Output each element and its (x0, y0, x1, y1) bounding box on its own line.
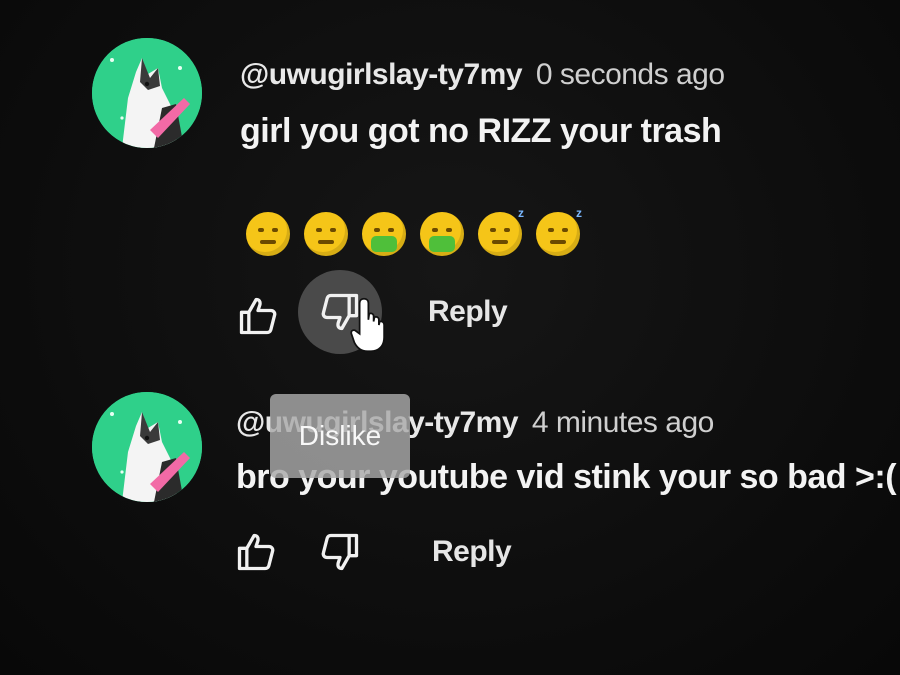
reply-button[interactable]: Reply (428, 295, 508, 329)
vomiting-face-icon (362, 212, 406, 256)
woozy-face-icon (246, 212, 290, 256)
sleeping-face-icon: z (478, 206, 524, 256)
woozy-face-icon (304, 212, 348, 256)
comment-header: @uwugirlslay-ty7my 0 seconds ago (240, 58, 725, 92)
thumbs-down-icon (321, 533, 359, 571)
thumbs-up-icon (237, 533, 275, 571)
hand-pointer-cursor-icon (350, 297, 385, 353)
vomiting-face-icon (420, 212, 464, 256)
emoji-row: z z (246, 206, 582, 256)
dislike-button[interactable] (308, 520, 372, 584)
like-button[interactable] (226, 284, 290, 348)
comment-actions: Reply (224, 520, 512, 584)
author-name[interactable]: @uwugirlslay-ty7my (240, 58, 523, 91)
husky-avatar-icon (92, 38, 202, 148)
comments-section: @uwugirlslay-ty7my 0 seconds ago girl yo… (0, 0, 900, 675)
sleeping-face-icon: z (536, 206, 582, 256)
avatar[interactable] (92, 38, 202, 148)
thumbs-up-icon (239, 297, 277, 335)
husky-avatar-icon (92, 392, 202, 502)
dislike-tooltip: Dislike (270, 394, 410, 478)
comment-timestamp[interactable]: 0 seconds ago (536, 58, 725, 91)
like-button[interactable] (224, 520, 288, 584)
comment-text: girl you got no RIZZ your trash (240, 112, 722, 150)
reply-button[interactable]: Reply (432, 535, 512, 569)
comment-timestamp[interactable]: 4 minutes ago (532, 406, 714, 439)
avatar[interactable] (92, 392, 202, 502)
